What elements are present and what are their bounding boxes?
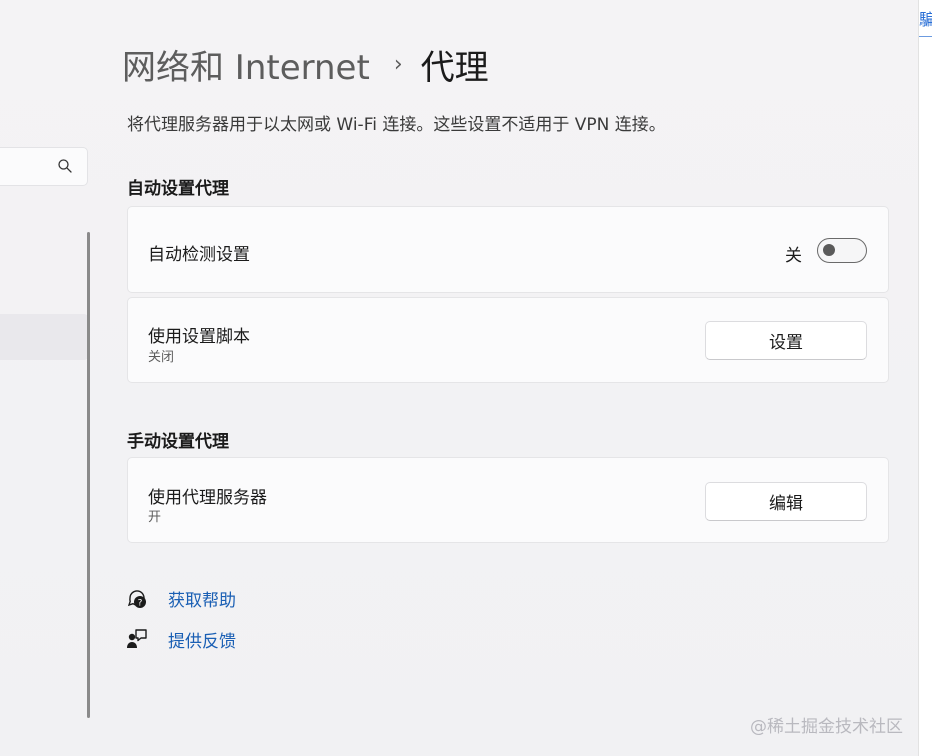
proxy-server-label: 使用代理服务器 bbox=[148, 488, 267, 508]
setup-script-button[interactable]: 设置 bbox=[705, 321, 867, 360]
setup-script-status: 关闭 bbox=[148, 350, 175, 365]
feedback-person-icon bbox=[127, 629, 147, 648]
nav-scrollbar[interactable] bbox=[87, 232, 90, 718]
page-title: 代理 bbox=[420, 47, 489, 88]
feedback-row[interactable]: 提供反馈 bbox=[126, 627, 236, 652]
auto-detect-toggle[interactable] bbox=[817, 238, 867, 263]
section-title-manual: 手动设置代理 bbox=[127, 432, 229, 452]
auto-detect-card: 自动检测设置 关 bbox=[127, 206, 889, 293]
settings-window: 网络和 Internet › 代理 将代理服务器用于以太网或 Wi-Fi 连接。… bbox=[0, 0, 918, 756]
watermark: @稀土掘金技术社区 bbox=[750, 717, 903, 737]
auto-detect-label: 自动检测设置 bbox=[148, 245, 250, 265]
chevron-right-icon: › bbox=[393, 51, 403, 77]
adjacent-window-text: 騙 bbox=[919, 6, 932, 30]
page-description: 将代理服务器用于以太网或 Wi-Fi 连接。这些设置不适用于 VPN 连接。 bbox=[127, 115, 666, 135]
help-chat-icon: ? bbox=[127, 590, 146, 609]
svg-text:?: ? bbox=[138, 599, 143, 609]
edit-proxy-button[interactable]: 编辑 bbox=[705, 482, 867, 521]
setup-script-label: 使用设置脚本 bbox=[148, 327, 250, 347]
get-help-row[interactable]: ? 获取帮助 bbox=[126, 586, 236, 611]
proxy-server-card: 使用代理服务器 开 编辑 bbox=[127, 457, 889, 543]
nav-item-selected[interactable] bbox=[0, 314, 88, 360]
get-help-link[interactable]: 获取帮助 bbox=[168, 586, 236, 611]
adjacent-window-divider bbox=[919, 36, 932, 37]
search-input[interactable] bbox=[0, 147, 88, 186]
search-icon bbox=[58, 159, 72, 173]
proxy-server-status: 开 bbox=[148, 510, 162, 525]
breadcrumb-parent[interactable]: 网络和 Internet bbox=[122, 40, 370, 89]
breadcrumb: 网络和 Internet › 代理 bbox=[122, 40, 489, 88]
toggle-knob bbox=[823, 244, 835, 256]
section-title-auto: 自动设置代理 bbox=[127, 179, 229, 199]
setup-script-card: 使用设置脚本 关闭 设置 bbox=[127, 297, 889, 383]
adjacent-window-edge: 騙 bbox=[918, 0, 932, 756]
toggle-state-text: 关 bbox=[785, 246, 802, 266]
feedback-link[interactable]: 提供反馈 bbox=[168, 627, 236, 652]
